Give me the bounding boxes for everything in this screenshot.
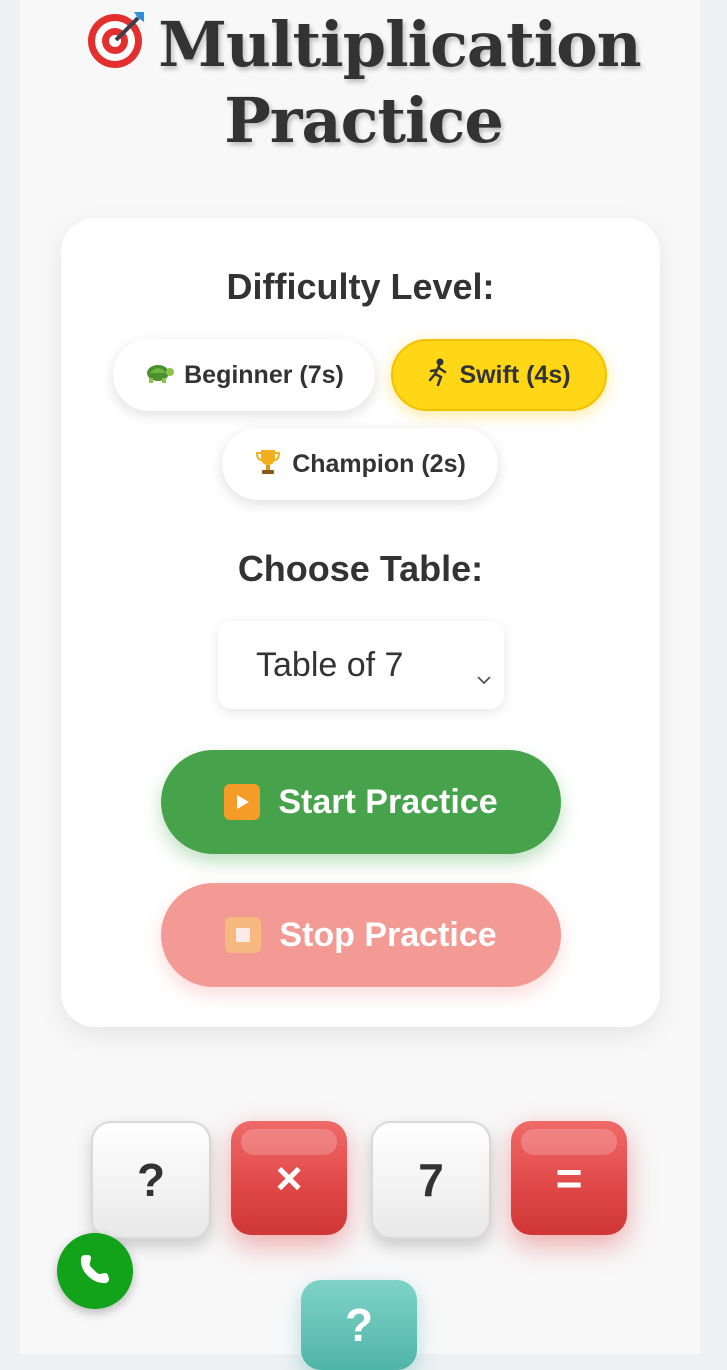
phone-icon xyxy=(75,1249,115,1294)
turtle-icon xyxy=(144,360,175,391)
table-heading: Choose Table: xyxy=(237,548,484,589)
chevron-down-icon xyxy=(476,655,492,694)
table-select[interactable]: Table of 7 xyxy=(218,621,504,709)
title-line-2: Practice xyxy=(224,84,504,157)
start-practice-label: Start Practice xyxy=(278,782,498,821)
equals-value: = xyxy=(555,1152,583,1204)
play-icon xyxy=(224,784,261,820)
trophy-icon xyxy=(254,447,282,482)
table-select-value: Table of 7 xyxy=(256,645,404,684)
difficulty-champion-label: Champion (2s) xyxy=(292,449,466,478)
difficulty-champion-button[interactable]: Champion (2s) xyxy=(222,428,498,500)
stop-practice-label: Stop Practice xyxy=(279,915,497,954)
answer-tile: ? xyxy=(301,1280,417,1370)
difficulty-beginner-button[interactable]: Beginner (7s) xyxy=(113,339,375,411)
operand-b-tile: 7 xyxy=(371,1121,491,1239)
page-title: Multiplication Practice xyxy=(0,8,727,157)
phone-call-button[interactable] xyxy=(57,1233,133,1309)
difficulty-swift-button[interactable]: Swift (4s) xyxy=(391,339,607,411)
operand-b-value: 7 xyxy=(418,1154,444,1206)
target-icon xyxy=(86,8,148,85)
settings-card: Difficulty Level: Beginner (7s) Swift (4… xyxy=(61,218,660,1027)
operand-a-tile: ? xyxy=(91,1121,211,1239)
operand-a-value: ? xyxy=(136,1154,166,1206)
difficulty-heading: Difficulty Level: xyxy=(226,266,495,307)
start-practice-button[interactable]: Start Practice xyxy=(161,750,561,854)
stop-icon xyxy=(225,917,262,953)
title-line-1: Multiplication xyxy=(158,8,641,81)
operator-tile: × xyxy=(231,1121,347,1235)
difficulty-swift-label: Swift (4s) xyxy=(459,360,571,389)
answer-value: ? xyxy=(344,1299,374,1351)
runner-icon xyxy=(427,358,449,393)
equals-tile: = xyxy=(511,1121,627,1235)
difficulty-beginner-label: Beginner (7s) xyxy=(184,360,344,389)
stop-practice-button[interactable]: Stop Practice xyxy=(161,883,561,987)
operator-value: × xyxy=(275,1152,303,1204)
